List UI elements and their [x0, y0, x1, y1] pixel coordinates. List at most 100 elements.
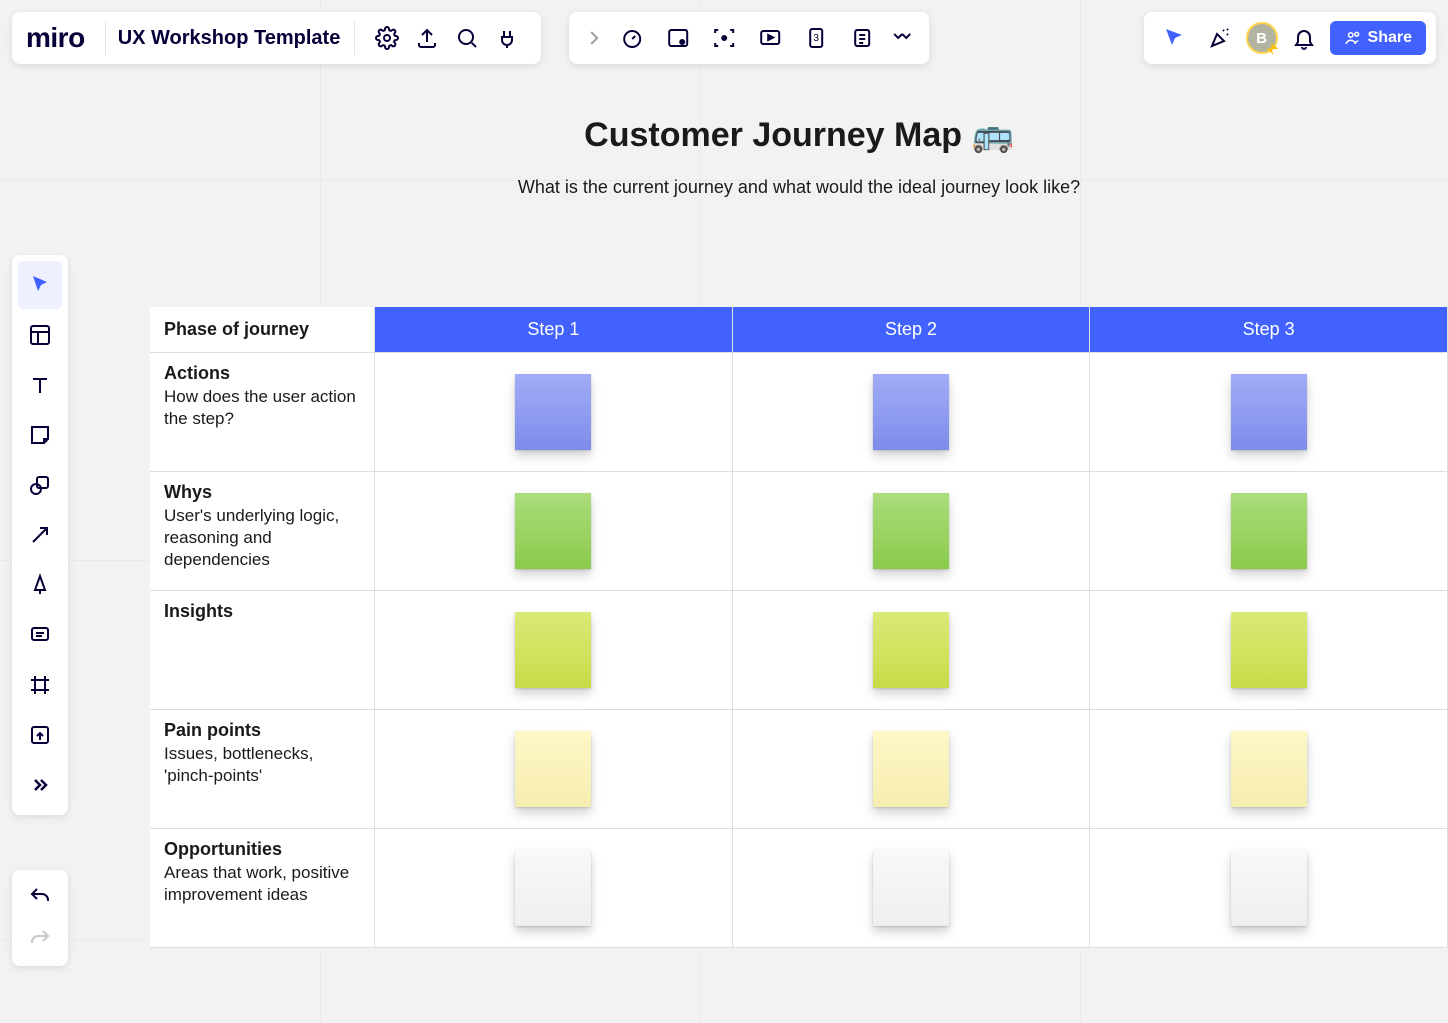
row-title: Whys — [164, 482, 360, 503]
divider — [354, 21, 355, 55]
search-icon — [455, 26, 479, 50]
row-label-cell[interactable]: OpportunitiesAreas that work, positive i… — [150, 829, 375, 947]
miro-logo[interactable]: miro — [26, 22, 101, 54]
frame-tool[interactable] — [18, 661, 62, 709]
board-title-text[interactable]: Customer Journey Map 🚌 — [150, 115, 1448, 155]
more-apps-button[interactable] — [885, 18, 919, 58]
table-row: Pain pointsIssues, bottlenecks, 'pinch-p… — [150, 710, 1448, 829]
select-tool[interactable] — [18, 261, 62, 309]
row-desc: Areas that work, positive improvement id… — [164, 862, 360, 906]
undo-button[interactable] — [18, 876, 62, 918]
shape-tool[interactable] — [18, 461, 62, 509]
hide-cursors-button[interactable] — [1154, 18, 1194, 58]
table-cell[interactable] — [1090, 591, 1448, 709]
svg-text:3: 3 — [813, 33, 819, 44]
more-tools[interactable] — [18, 761, 62, 809]
share-button[interactable]: Share — [1330, 21, 1426, 55]
sticky-note[interactable] — [1231, 493, 1307, 569]
present-button[interactable] — [747, 18, 793, 58]
redo-button[interactable] — [18, 918, 62, 960]
table-cell[interactable] — [1090, 710, 1448, 828]
sticky-note[interactable] — [873, 493, 949, 569]
sticky-note[interactable] — [873, 850, 949, 926]
upload-tool[interactable] — [18, 711, 62, 759]
row-title: Pain points — [164, 720, 360, 741]
sticky-note[interactable] — [515, 493, 591, 569]
row-desc: User's underlying logic, reasoning and d… — [164, 505, 360, 571]
comment-icon — [28, 623, 52, 647]
sticky-note[interactable] — [1231, 731, 1307, 807]
voting-icon — [666, 26, 690, 50]
step-header[interactable]: Step 2 — [733, 307, 1091, 352]
table-header-row: Phase of journey Step 1 Step 2 Step 3 — [150, 307, 1448, 353]
table-cell[interactable] — [375, 472, 733, 590]
table-cell[interactable] — [1090, 472, 1448, 590]
sticky-note[interactable] — [515, 850, 591, 926]
reactions-button[interactable] — [1200, 18, 1240, 58]
collapse-button[interactable] — [579, 18, 609, 58]
export-button[interactable] — [407, 18, 447, 58]
table-cell[interactable] — [733, 353, 1091, 471]
phase-header: Phase of journey — [164, 319, 309, 339]
row-label-cell[interactable]: WhysUser's underlying logic, reasoning a… — [150, 472, 375, 590]
voting-button[interactable] — [655, 18, 701, 58]
timer-icon — [620, 26, 644, 50]
header-label-cell[interactable]: Phase of journey — [150, 307, 375, 352]
journey-map-table[interactable]: Phase of journey Step 1 Step 2 Step 3 Ac… — [150, 307, 1448, 948]
timer-button[interactable] — [609, 18, 655, 58]
notifications-button[interactable] — [1284, 18, 1324, 58]
table-cell[interactable] — [375, 829, 733, 947]
sticky-note[interactable] — [1231, 850, 1307, 926]
table-cell[interactable] — [733, 710, 1091, 828]
table-cell[interactable] — [375, 591, 733, 709]
row-desc: Issues, bottlenecks, 'pinch-points' — [164, 743, 360, 787]
left-toolbar — [12, 255, 68, 815]
arrow-tool[interactable] — [18, 511, 62, 559]
user-avatar[interactable]: B — [1246, 22, 1278, 54]
row-desc: How does the user action the step? — [164, 386, 360, 430]
apps-button[interactable] — [487, 18, 527, 58]
shape-icon — [28, 473, 52, 497]
comment-tool[interactable] — [18, 611, 62, 659]
text-icon — [28, 373, 52, 397]
undo-redo-toolbar — [12, 870, 68, 966]
board-subtitle[interactable]: What is the current journey and what wou… — [150, 177, 1448, 198]
step-header[interactable]: Step 3 — [1090, 307, 1448, 352]
table-cell[interactable] — [375, 710, 733, 828]
upload-frame-icon — [28, 723, 52, 747]
table-cell[interactable] — [733, 472, 1091, 590]
table-cell[interactable] — [1090, 353, 1448, 471]
row-label-cell[interactable]: Pain pointsIssues, bottlenecks, 'pinch-p… — [150, 710, 375, 828]
pen-tool[interactable] — [18, 561, 62, 609]
sticky-note[interactable] — [873, 731, 949, 807]
board-title[interactable]: UX Workshop Template — [118, 27, 351, 50]
templates-tool[interactable] — [18, 311, 62, 359]
row-label-cell[interactable]: ActionsHow does the user action the step… — [150, 353, 375, 471]
sticky-tool[interactable] — [18, 411, 62, 459]
row-title: Actions — [164, 363, 360, 384]
sticky-note[interactable] — [515, 612, 591, 688]
table-cell[interactable] — [733, 591, 1091, 709]
step-header[interactable]: Step 1 — [375, 307, 733, 352]
attention-button[interactable] — [701, 18, 747, 58]
chevron-down-icon — [890, 26, 914, 50]
sticky-note[interactable] — [515, 731, 591, 807]
table-cell[interactable] — [1090, 829, 1448, 947]
text-tool[interactable] — [18, 361, 62, 409]
table-row: OpportunitiesAreas that work, positive i… — [150, 829, 1448, 948]
sticky-note[interactable] — [1231, 374, 1307, 450]
search-button[interactable] — [447, 18, 487, 58]
table-cell[interactable] — [375, 353, 733, 471]
settings-button[interactable] — [367, 18, 407, 58]
sticky-note[interactable] — [873, 374, 949, 450]
estimation-button[interactable]: 3 — [793, 18, 839, 58]
top-center-toolbar: 3 — [569, 12, 929, 64]
sticky-note[interactable] — [873, 612, 949, 688]
sticky-note[interactable] — [515, 374, 591, 450]
notes-button[interactable] — [839, 18, 885, 58]
estimate-icon: 3 — [804, 26, 828, 50]
upload-icon — [415, 26, 439, 50]
table-cell[interactable] — [733, 829, 1091, 947]
sticky-note[interactable] — [1231, 612, 1307, 688]
row-label-cell[interactable]: Insights — [150, 591, 375, 709]
